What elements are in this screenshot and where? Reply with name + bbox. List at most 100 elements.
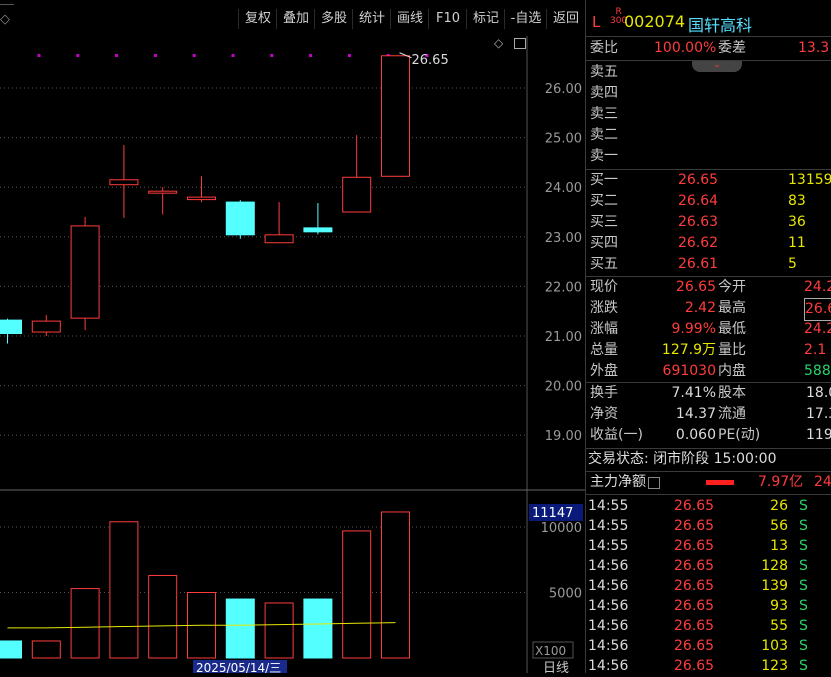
tick-time: 14:56 xyxy=(588,578,629,594)
overlay-button[interactable]: 叠加 xyxy=(276,9,315,29)
candle-body xyxy=(303,227,333,233)
tick-side: S xyxy=(799,498,808,514)
tick-row[interactable]: 14:56 26.65 123 S xyxy=(586,656,831,676)
buy-volume: 5 xyxy=(788,256,797,272)
quote-value-2: 24.2 xyxy=(804,321,831,337)
tick-volume: 55 xyxy=(770,618,788,634)
tick-row[interactable]: 14:56 26.65 139 S xyxy=(586,576,831,596)
fund-bar xyxy=(706,480,734,485)
window-toggle-icon[interactable] xyxy=(514,38,526,49)
quote-label-2: 今开 xyxy=(718,279,746,295)
main-fund-row: 主力净额 7.97亿 24 xyxy=(588,472,831,493)
signal-dot xyxy=(153,54,157,57)
tick-row[interactable]: 14:56 26.65 55 S xyxy=(586,616,831,636)
buy-level-1[interactable]: 买一 26.65 13159 xyxy=(588,170,831,191)
sell-level-5: 卖五 xyxy=(588,62,831,83)
quote-label: 涨跌 xyxy=(590,300,618,316)
buy-label: 买五 xyxy=(590,256,618,272)
tick-row[interactable]: 14:55 26.65 13 S xyxy=(586,536,831,556)
quote-label: 涨幅 xyxy=(590,321,618,337)
quote-label: 现价 xyxy=(590,279,618,295)
fund-row: 换手 7.41%股本 18.0 xyxy=(588,383,831,404)
add-watchlist-button[interactable]: -自选 xyxy=(504,9,547,29)
quote-panel: L R 300 002074 国轩高科 委比 100.00% 委差 13.3 ⌄… xyxy=(585,0,831,676)
quote-value-2: 58802 xyxy=(804,363,831,379)
tick-volume: 128 xyxy=(761,558,788,574)
weibi-row: 委比 100.00% 委差 13.3 xyxy=(588,38,831,59)
sell-label: 卖四 xyxy=(590,85,618,101)
buy-level-3[interactable]: 买三 26.63 36 xyxy=(588,212,831,233)
fund-value-2: 18.0 xyxy=(806,385,831,401)
fund-value-2: 119 xyxy=(806,427,831,443)
tick-row[interactable]: 14:55 26.65 56 S xyxy=(586,516,831,536)
tick-price: 26.65 xyxy=(674,498,715,514)
candle-body xyxy=(109,179,139,186)
stock-name: 国轩高科 xyxy=(688,16,753,35)
sell-label: 卖一 xyxy=(590,148,618,164)
fund-label-2: 流通 xyxy=(718,406,746,422)
tick-side: S xyxy=(799,638,808,654)
tick-side: S xyxy=(799,618,808,634)
candle-body xyxy=(70,225,100,319)
tick-volume: 26 xyxy=(770,498,788,514)
volume-bar xyxy=(264,602,294,659)
signal-dot xyxy=(192,54,196,57)
volume-bar xyxy=(303,598,333,659)
signal-dot xyxy=(37,54,41,57)
f10-button[interactable]: F10 xyxy=(428,9,467,29)
statistics-button[interactable]: 统计 xyxy=(352,9,391,29)
sell-level-2: 卖二 xyxy=(588,125,831,146)
buy-volume: 83 xyxy=(788,193,806,209)
buy-price: 26.61 xyxy=(678,256,719,272)
trade-status: 交易状态: 闭市阶段 15:00:00 xyxy=(588,451,777,467)
tick-row[interactable]: 14:55 26.65 26 S xyxy=(586,496,831,516)
fund-value: 7.41% xyxy=(671,385,716,401)
buy-level-2[interactable]: 买二 26.64 83 xyxy=(588,191,831,212)
kline-chart-area[interactable]: 26.65 26.00 25.00 24.00 23.00 22.00 21.00 20.0… xyxy=(0,36,585,676)
draw-line-button[interactable]: 画线 xyxy=(390,9,429,29)
quote-label: 外盘 xyxy=(590,363,618,379)
quote-value: 2.42 xyxy=(684,300,716,316)
high-price-label: 26.65 xyxy=(412,53,449,68)
candle-body xyxy=(225,201,255,236)
buy-volume: 36 xyxy=(788,214,806,230)
tick-volume: 56 xyxy=(770,518,788,534)
quote-label-2: 最低 xyxy=(718,321,746,337)
buy-volume: 11 xyxy=(788,235,806,251)
volume-bar xyxy=(31,640,61,659)
quote-value-2: 2.1 xyxy=(804,342,827,358)
restore-rights-button[interactable]: 复权 xyxy=(238,9,277,29)
quote-row: 外盘 691030内盘 58802 xyxy=(588,361,831,382)
diamond-icon[interactable]: ◇ xyxy=(494,36,503,50)
back-button[interactable]: 返回 xyxy=(546,9,585,29)
quote-row: 现价 26.65 今开 24.2 xyxy=(588,277,831,298)
volume-bar xyxy=(225,598,255,659)
candle-body xyxy=(187,196,216,201)
main-fund-value: 7.97亿 xyxy=(758,474,804,490)
buy-level-5[interactable]: 买五 26.61 5 xyxy=(588,254,831,275)
volume-bar xyxy=(0,640,22,659)
quote-row: 总量 127.9万 量比 2.1 xyxy=(588,340,831,361)
fund-row: 收益(一) 0.060 PE(动) 119 xyxy=(588,425,831,446)
price-tick-label: 22.00 xyxy=(545,280,582,295)
collapse-icon[interactable]: ◇ xyxy=(0,12,10,27)
list-icon[interactable] xyxy=(648,477,660,489)
mark-button[interactable]: 标记 xyxy=(466,9,505,29)
volume-bar xyxy=(342,530,372,659)
volume-bar xyxy=(109,521,139,659)
tick-row[interactable]: 14:56 26.65 93 S xyxy=(586,596,831,616)
fund-row: 净资 14.37流通 17.3 xyxy=(588,404,831,425)
sell-level-3: 卖三 xyxy=(588,104,831,125)
tick-side: S xyxy=(799,538,808,554)
signal-dot xyxy=(270,54,274,57)
fund-value: 0.060 xyxy=(675,427,716,443)
weicha-value: 13.3 xyxy=(798,40,830,56)
tick-price: 26.65 xyxy=(674,658,715,674)
kline-chart-svg[interactable]: 26.65 26.00 25.00 24.00 23.00 22.00 21.00 20.0… xyxy=(0,36,585,676)
multi-stock-button[interactable]: 多股 xyxy=(314,9,353,29)
tick-row[interactable]: 14:56 26.65 128 S xyxy=(586,556,831,576)
buy-level-4[interactable]: 买四 26.62 11 xyxy=(588,233,831,254)
tick-row[interactable]: 14:56 26.65 103 S xyxy=(586,636,831,656)
weibi-value: 100.00% xyxy=(654,40,717,56)
price-tick-label: 26.00 xyxy=(545,82,582,97)
